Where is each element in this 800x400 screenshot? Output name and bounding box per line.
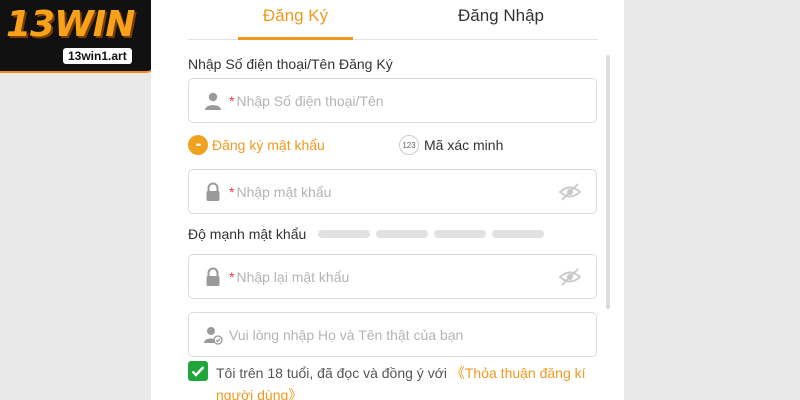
account-placeholder: * Nhập Số điện thoại/Tên xyxy=(229,93,384,109)
password-placeholder: * Nhập mật khẩu xyxy=(229,184,332,200)
form-scrollbar[interactable] xyxy=(606,55,610,309)
user-icon xyxy=(205,92,221,110)
active-tab-indicator xyxy=(238,37,353,40)
password-strength: Độ mạnh mật khẩu xyxy=(188,226,545,242)
otp-mode-label: Mã xác minh xyxy=(424,137,504,153)
logo-url: 13win1.art xyxy=(63,48,132,64)
account-field[interactable]: * Nhập Số điện thoại/Tên xyxy=(188,78,597,123)
strength-bar xyxy=(318,230,371,238)
strength-bar xyxy=(376,230,429,238)
tab-login[interactable]: Đăng Nhập xyxy=(458,6,544,26)
password-mode-option[interactable]: •• Đăng ký mật khẩu xyxy=(188,135,325,155)
otp-mode-icon: 123 xyxy=(399,135,419,155)
auth-tabs: Đăng Ký Đăng Nhập xyxy=(188,0,598,40)
lock-icon xyxy=(206,182,220,201)
strength-bar xyxy=(492,230,545,238)
password-mode-icon: •• xyxy=(188,135,208,155)
eye-off-icon[interactable] xyxy=(558,182,582,202)
otp-mode-option[interactable]: 123 Mã xác minh xyxy=(399,135,503,155)
user-verified-icon xyxy=(204,327,223,345)
eye-off-icon[interactable] xyxy=(558,267,582,287)
logo-text: 13WIN xyxy=(6,4,135,45)
full-name-field[interactable]: Vui lòng nhập Họ và Tên thật của bạn xyxy=(188,312,597,357)
account-label: Nhập Số điện thoại/Tên Đăng Ký xyxy=(188,56,393,72)
brand-logo: 13WIN 13win1.art xyxy=(0,0,160,73)
register-panel: Đăng Ký Đăng Nhập Nhập Số điện thoại/Tên… xyxy=(151,0,624,400)
confirm-password-field[interactable]: * Nhập lại mật khẩu xyxy=(188,254,597,299)
strength-label: Độ mạnh mật khẩu xyxy=(188,226,307,242)
password-mode-label: Đăng ký mật khẩu xyxy=(212,137,325,153)
password-field[interactable]: * Nhập mật khẩu xyxy=(188,169,597,214)
agreement-text: Tôi trên 18 tuổi, đã đọc và đồng ý với 《… xyxy=(216,362,598,400)
tab-register[interactable]: Đăng Ký xyxy=(238,6,353,26)
full-name-placeholder: Vui lòng nhập Họ và Tên thật của bạn xyxy=(229,327,464,343)
agreement-checkbox[interactable] xyxy=(188,361,208,381)
lock-icon xyxy=(206,267,220,286)
confirm-password-placeholder: * Nhập lại mật khẩu xyxy=(229,269,350,285)
strength-bar xyxy=(434,230,487,238)
